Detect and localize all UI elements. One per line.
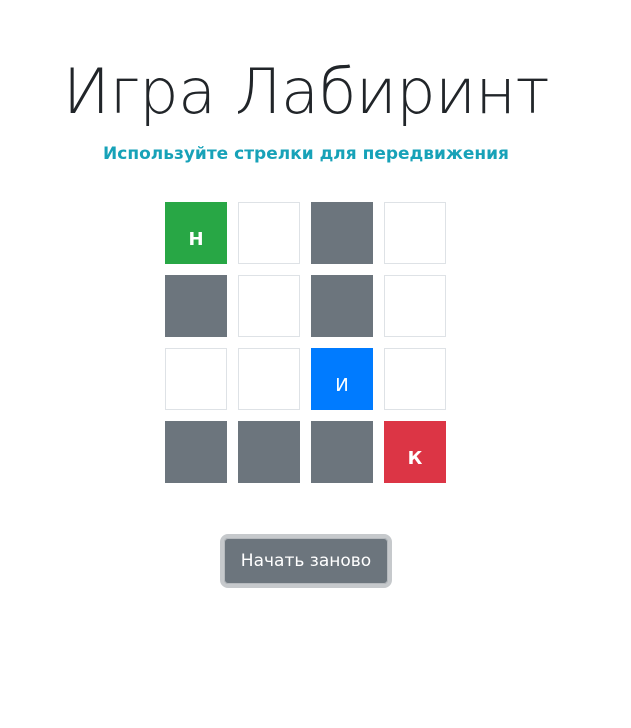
maze-cell-wall: [311, 275, 373, 337]
page: Игра Лабиринт Используйте стрелки для пе…: [0, 0, 631, 728]
maze-cell-start: Н: [165, 202, 227, 264]
maze-cell-open: [384, 275, 446, 337]
maze-cell-wall: [165, 275, 227, 337]
maze-cell-label: И: [335, 374, 349, 396]
maze-board[interactable]: Н И К: [165, 202, 447, 483]
maze-cell-open: [384, 348, 446, 410]
maze-cell-open: [238, 348, 300, 410]
page-title: Игра Лабиринт: [63, 55, 549, 128]
maze-cell-wall: [311, 202, 373, 264]
maze-cell-player: И: [311, 348, 373, 410]
maze-cell-label: К: [407, 447, 423, 469]
restart-button[interactable]: Начать заново: [220, 534, 392, 588]
maze-cell-open: [238, 202, 300, 264]
maze-cell-open: [165, 348, 227, 410]
maze-cell-wall: [311, 421, 373, 483]
maze-cell-finish: К: [384, 421, 446, 483]
maze-cell-label: Н: [188, 228, 204, 250]
maze-cell-wall: [165, 421, 227, 483]
maze-cell-wall: [238, 421, 300, 483]
maze-cell-open: [384, 202, 446, 264]
instructions-text: Используйте стрелки для передвижения: [103, 144, 509, 164]
maze-cell-open: [238, 275, 300, 337]
